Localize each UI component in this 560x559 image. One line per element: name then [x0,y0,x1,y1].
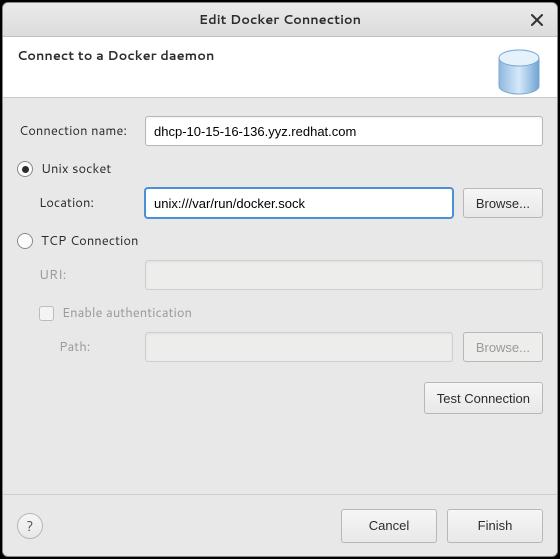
connection-name-input[interactable] [145,116,543,146]
finish-button[interactable]: Finish [447,509,543,543]
help-icon[interactable]: ? [17,513,43,539]
dialog-body: Connection name: Unix socket Location: B… [3,98,557,494]
database-icon [497,49,541,97]
tcp-uri-label: URI: [17,266,145,284]
unix-browse-button[interactable]: Browse... [463,188,543,218]
dialog-header-text: Connect to a Docker daemon [17,47,543,65]
titlebar: Edit Docker Connection [3,3,557,37]
enable-auth-label: Enable authentication [62,304,192,322]
unix-socket-radio-label: Unix socket [41,160,111,178]
unix-location-label: Location: [17,194,145,212]
tcp-connection-radio[interactable] [17,233,33,249]
close-icon[interactable] [527,10,547,30]
unix-socket-radio[interactable] [17,161,33,177]
dialog-header: Connect to a Docker daemon [3,37,557,98]
connection-name-label: Connection name: [17,122,145,140]
tcp-connection-radio-label: TCP Connection [41,232,139,250]
tcp-path-input [145,332,453,362]
test-connection-button[interactable]: Test Connection [424,382,543,414]
cancel-button[interactable]: Cancel [341,509,437,543]
tcp-uri-input [145,260,543,290]
tcp-path-label: Path: [17,338,145,356]
window-title: Edit Docker Connection [199,11,361,29]
enable-auth-checkbox [39,306,54,321]
dialog-footer: ? Cancel Finish [3,494,557,556]
unix-location-input[interactable] [145,188,453,218]
tcp-browse-button: Browse... [463,332,543,362]
